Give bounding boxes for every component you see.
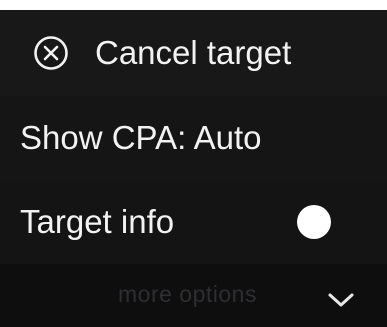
more-options-item[interactable]: more options [0, 264, 387, 327]
target-info-item[interactable]: Target info [0, 180, 387, 264]
show-cpa-item[interactable]: Show CPA: Auto [0, 96, 387, 180]
toggle-knob-icon[interactable] [297, 205, 331, 239]
more-options-label: more options [118, 281, 257, 307]
close-circle-icon [33, 35, 69, 71]
show-cpa-label: Show CPA: Auto [20, 119, 262, 156]
context-menu: Cancel target Show CPA: Auto Target info… [0, 10, 387, 327]
chevron-down-icon[interactable] [325, 282, 357, 307]
cancel-target-item[interactable]: Cancel target [0, 10, 387, 96]
cancel-target-label: Cancel target [95, 34, 292, 71]
target-info-label: Target info [20, 203, 175, 240]
